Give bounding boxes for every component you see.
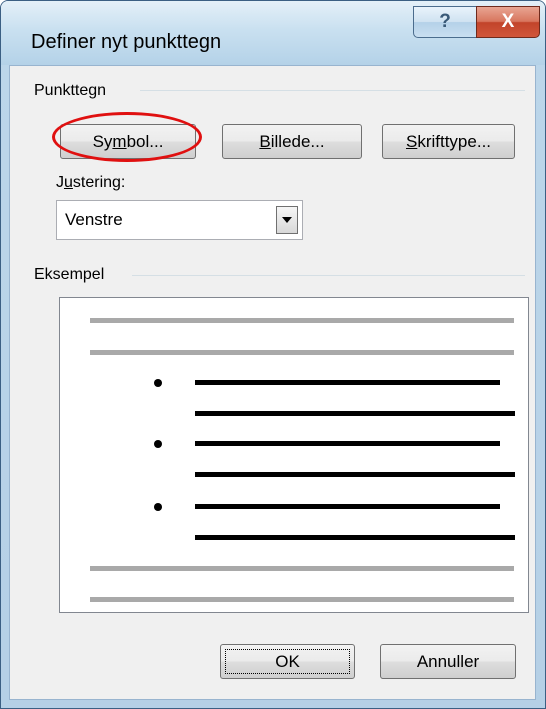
group-divider-preview: [132, 275, 525, 276]
preview-text-line: [195, 472, 515, 477]
group-label-preview: Eksempel: [34, 266, 111, 284]
alignment-dropdown[interactable]: Venstre: [56, 200, 303, 240]
picture-button-label: Billede...: [259, 131, 325, 151]
dialog-window: Definer nyt punkttegn ? X Punkttegn Symb…: [0, 0, 546, 709]
dialog-title: Definer nyt punkttegn: [31, 31, 222, 53]
preview-gray-line: [90, 566, 514, 571]
picture-button[interactable]: Billede...: [222, 124, 362, 159]
bullet-preview: [59, 297, 529, 613]
preview-text-line: [195, 380, 500, 385]
font-button[interactable]: Skrifttype...: [382, 124, 515, 159]
alignment-selected-value: Venstre: [65, 210, 123, 229]
preview-text-line: [195, 411, 515, 416]
dropdown-arrow-button[interactable]: [276, 206, 298, 234]
help-icon: ?: [439, 11, 451, 32]
help-button[interactable]: ?: [413, 6, 477, 38]
close-icon: X: [501, 11, 515, 32]
triangle-down-icon: [282, 217, 292, 223]
font-button-label: Skrifttype...: [405, 131, 492, 151]
preview-bullet: [154, 503, 162, 511]
title-bar[interactable]: Definer nyt punkttegn ? X: [1, 1, 545, 65]
ok-button[interactable]: OK: [220, 644, 355, 679]
preview-bullet: [154, 379, 162, 387]
preview-gray-line: [90, 350, 514, 355]
preview-text-line: [195, 535, 515, 540]
symbol-button[interactable]: Symbol...: [60, 124, 196, 159]
preview-text-line: [195, 441, 500, 446]
symbol-button-label: Symbol...: [92, 131, 164, 151]
cancel-button[interactable]: Annuller: [380, 644, 516, 679]
preview-gray-line: [90, 318, 514, 323]
preview-bullet: [154, 440, 162, 448]
alignment-label: Justering:: [56, 174, 132, 192]
preview-gray-line: [90, 597, 514, 602]
group-label-bullet: Punkttegn: [34, 82, 113, 100]
close-button[interactable]: X: [476, 6, 540, 38]
group-divider-bullet: [140, 90, 525, 91]
cancel-button-label: Annuller: [416, 651, 480, 671]
focus-rectangle: [225, 649, 350, 674]
preview-text-line: [195, 504, 500, 509]
